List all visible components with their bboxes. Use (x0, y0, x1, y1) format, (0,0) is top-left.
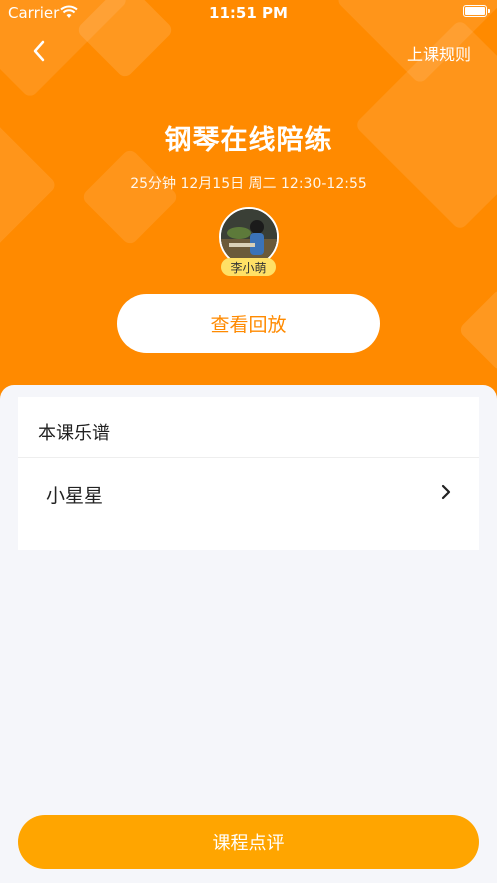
back-button[interactable] (24, 36, 54, 66)
decor-diamond (80, 147, 180, 247)
lesson-info: 25分钟 12月15日 周二 12:30-12:55 (130, 176, 367, 192)
rules-link[interactable]: 上课规则 (407, 41, 471, 65)
score-card: 本课乐谱 小星星 (18, 397, 479, 550)
decor-diamond (457, 287, 497, 373)
status-bar: Carrier 11:51 PM (0, 0, 497, 26)
chevron-left-icon (33, 40, 45, 62)
course-review-button[interactable]: 课程点评 (18, 815, 479, 869)
chevron-right-icon (441, 484, 451, 500)
lesson-header: Carrier 11:51 PM 上课规则 钢琴在线陪练 25分钟 12月15日… (0, 0, 497, 400)
score-name: 小星星 (46, 485, 104, 507)
battery-icon (463, 5, 490, 17)
list-item[interactable]: 小星星 (18, 458, 479, 528)
lesson-title: 钢琴在线陪练 (164, 125, 333, 156)
score-card-title: 本课乐谱 (38, 423, 110, 444)
teacher-photo (221, 209, 277, 265)
status-time: 11:51 PM (209, 4, 288, 22)
teacher-name-badge: 李小萌 (221, 258, 276, 276)
view-replay-button[interactable]: 查看回放 (117, 294, 380, 353)
